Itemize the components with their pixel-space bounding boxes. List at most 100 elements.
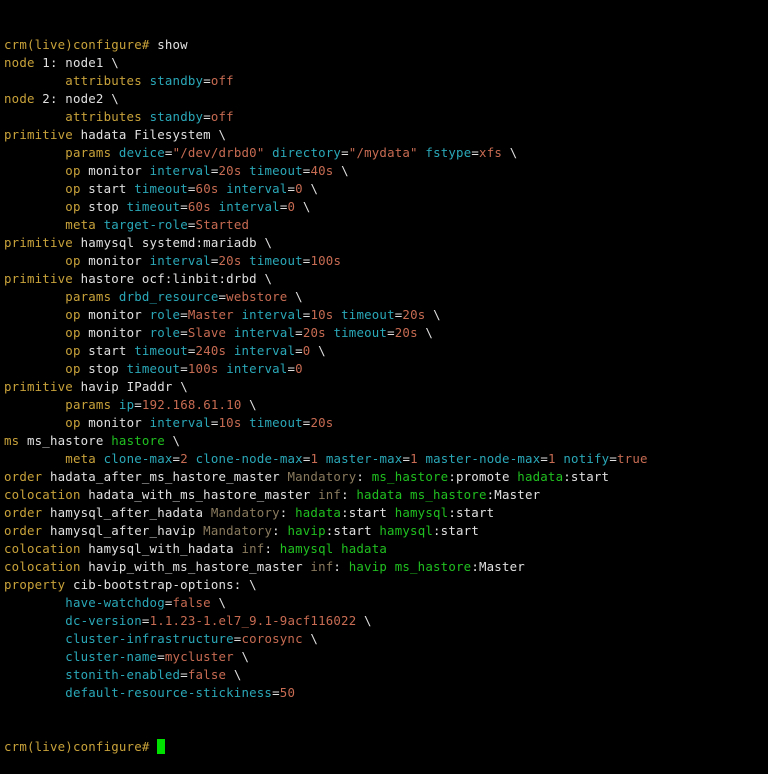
text-segment-plain: = bbox=[180, 325, 188, 340]
text-segment-plain: : bbox=[279, 505, 296, 520]
text-segment-attribute: cluster-infrastructure bbox=[65, 631, 234, 646]
text-segment-plain: = bbox=[471, 145, 480, 160]
text-segment-plain: hamysql systemd:mariadb \ bbox=[72, 235, 273, 250]
text-segment-plain bbox=[333, 541, 341, 556]
prompt-line[interactable]: crm(live)configure# bbox=[4, 738, 768, 756]
text-segment-plain: monitor bbox=[80, 325, 150, 340]
terminal-line: primitive hadata Filesystem \ bbox=[4, 126, 768, 144]
text-segment-plain bbox=[4, 451, 65, 466]
terminal-line: params ip=192.168.61.10 \ bbox=[4, 396, 768, 414]
text-segment-value: 100s bbox=[310, 253, 342, 268]
text-segment-reference: hamysql bbox=[279, 541, 334, 556]
text-segment-plain: = bbox=[540, 451, 549, 466]
text-segment-mandatory: inf bbox=[310, 559, 334, 574]
text-segment-plain: \ bbox=[295, 199, 311, 214]
text-segment-value: off bbox=[210, 109, 234, 124]
command-input[interactable] bbox=[150, 739, 158, 754]
text-segment-plain: start bbox=[80, 343, 135, 358]
terminal-cursor bbox=[157, 739, 166, 754]
text-segment-keyword: meta bbox=[65, 217, 96, 232]
terminal-line: op monitor interval=20s timeout=40s \ bbox=[4, 162, 768, 180]
terminal-line: node 2: node2 \ bbox=[4, 90, 768, 108]
text-segment-reference: hamysql bbox=[379, 523, 434, 538]
text-segment-plain: \ bbox=[502, 145, 518, 160]
terminal-line: colocation hadata_with_ms_hastore_master… bbox=[4, 486, 768, 504]
text-segment-plain: :start bbox=[341, 505, 395, 520]
text-segment-plain: hadata_after_ms_hastore_master bbox=[42, 469, 288, 484]
text-segment-plain bbox=[402, 487, 410, 502]
text-segment-plain bbox=[4, 415, 65, 430]
text-segment-reference: hadata bbox=[356, 487, 403, 502]
text-segment-attribute: role bbox=[149, 325, 181, 340]
terminal-line: op start timeout=60s interval=0 \ bbox=[4, 180, 768, 198]
text-segment-keyword: colocation bbox=[4, 487, 81, 502]
text-segment-attribute: ip bbox=[118, 397, 135, 412]
text-segment-plain bbox=[4, 109, 65, 124]
text-segment-plain bbox=[226, 343, 234, 358]
text-segment-plain: :start bbox=[325, 523, 380, 538]
text-segment-value: 240s bbox=[195, 343, 227, 358]
text-segment-attribute: device bbox=[118, 145, 165, 160]
text-segment-value: 1 bbox=[410, 451, 418, 466]
text-segment-reference: havip bbox=[287, 523, 326, 538]
text-segment-plain bbox=[211, 199, 219, 214]
text-segment-attribute: interval bbox=[233, 343, 296, 358]
text-segment-plain: monitor bbox=[80, 415, 150, 430]
text-segment-plain bbox=[234, 307, 242, 322]
text-segment-plain: = bbox=[203, 73, 211, 88]
text-segment-plain bbox=[111, 289, 119, 304]
text-segment-attribute: stonith-enabled bbox=[65, 667, 181, 682]
text-segment-plain: = bbox=[609, 451, 618, 466]
text-segment-plain: monitor bbox=[80, 253, 150, 268]
terminal-line: op monitor interval=20s timeout=100s bbox=[4, 252, 768, 270]
terminal-line: have-watchdog=false \ bbox=[4, 594, 768, 612]
text-segment-value: xfs bbox=[479, 145, 503, 160]
prompt-text: crm(live)configure# bbox=[4, 739, 150, 754]
terminal-window[interactable]: crm(live)configure# show node 1: node1 \ … bbox=[0, 0, 768, 754]
text-segment-reference: hadata bbox=[517, 469, 564, 484]
text-segment-attribute: drbd_resource bbox=[118, 289, 219, 304]
text-segment-plain bbox=[111, 145, 119, 160]
text-segment-reference: hamysql bbox=[394, 505, 449, 520]
text-segment-keyword: op bbox=[65, 199, 81, 214]
text-segment-attribute: interval bbox=[233, 325, 296, 340]
text-segment-attribute: standby bbox=[149, 73, 204, 88]
text-segment-plain bbox=[4, 685, 65, 700]
text-segment-keyword: op bbox=[65, 163, 81, 178]
text-segment-plain bbox=[4, 325, 65, 340]
text-segment-plain bbox=[4, 361, 65, 376]
text-segment-plain: \ bbox=[241, 397, 257, 412]
text-segment-plain bbox=[142, 109, 150, 124]
text-segment-plain: = bbox=[180, 307, 188, 322]
text-segment-reference: hastore bbox=[111, 433, 165, 448]
text-segment-value: 60s bbox=[187, 199, 211, 214]
terminal-line: meta target-role=Started bbox=[4, 216, 768, 234]
text-segment-value: mycluster bbox=[164, 649, 234, 664]
text-segment-plain: : bbox=[356, 469, 372, 484]
text-segment-attribute: timeout bbox=[249, 163, 303, 178]
text-segment-keyword: colocation bbox=[4, 559, 81, 574]
text-segment-plain: = bbox=[164, 145, 173, 160]
text-segment-plain: hadata Filesystem \ bbox=[72, 127, 227, 142]
terminal-line: primitive hastore ocf:linbit:drbd \ bbox=[4, 270, 768, 288]
terminal-line: params drbd_resource=webstore \ bbox=[4, 288, 768, 306]
text-segment-keyword: op bbox=[65, 181, 81, 196]
terminal-line: op monitor role=Slave interval=20s timeo… bbox=[4, 324, 768, 342]
text-segment-value: webstore bbox=[226, 289, 288, 304]
text-segment-value: 0 bbox=[295, 181, 303, 196]
text-segment-plain bbox=[4, 631, 65, 646]
text-segment-attribute: master-max bbox=[325, 451, 403, 466]
text-segment-plain: cib-bootstrap-options: \ bbox=[65, 577, 257, 592]
text-segment-value: 0 bbox=[287, 199, 296, 214]
text-segment-plain: : bbox=[264, 541, 280, 556]
terminal-line: dc-version=1.1.23-1.el7_9.1-9acf116022 \ bbox=[4, 612, 768, 630]
text-segment-plain: ms_hastore bbox=[19, 433, 112, 448]
text-segment-plain: : bbox=[272, 523, 288, 538]
text-segment-attribute: timeout bbox=[126, 361, 181, 376]
text-segment-mandatory: Mandatory bbox=[203, 523, 273, 538]
text-segment-value: 10s bbox=[218, 415, 242, 430]
text-segment-keyword: crm(live)configure# bbox=[4, 37, 150, 52]
text-segment-keyword: op bbox=[65, 307, 81, 322]
text-segment-keyword: node bbox=[4, 91, 35, 106]
text-segment-plain bbox=[264, 145, 272, 160]
